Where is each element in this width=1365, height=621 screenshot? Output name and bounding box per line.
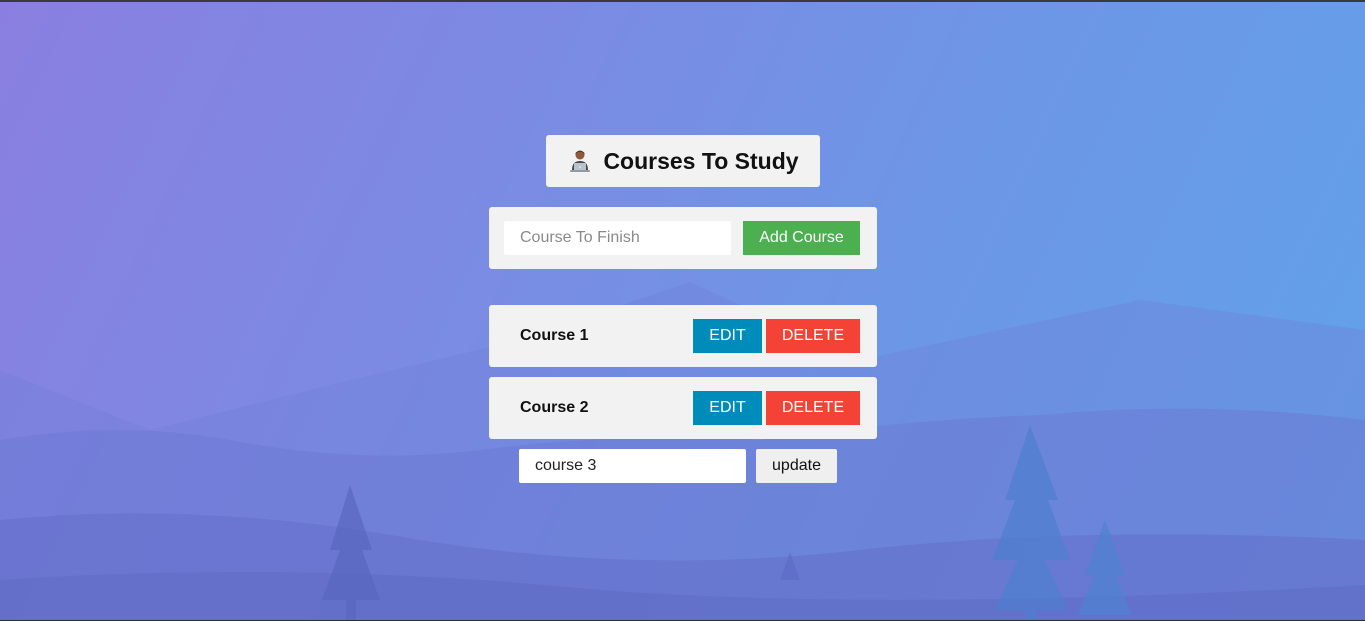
course-name: Course 1 bbox=[520, 327, 589, 344]
page-background: Courses To Study Add Course Course 1 EDI… bbox=[0, 0, 1365, 621]
add-course-button[interactable]: Add Course bbox=[743, 221, 860, 255]
edit-course-input[interactable] bbox=[519, 449, 746, 483]
delete-course-button[interactable]: DELETE bbox=[766, 319, 860, 353]
course-name: Course 2 bbox=[520, 399, 589, 416]
page-title: Courses To Study bbox=[603, 147, 799, 174]
edit-course-button[interactable]: EDIT bbox=[693, 319, 762, 353]
edit-course-button[interactable]: EDIT bbox=[693, 391, 762, 425]
update-button[interactable]: update bbox=[756, 449, 837, 483]
course-item: Course 2 EDIT DELETE bbox=[489, 377, 877, 439]
person-at-laptop-icon bbox=[567, 148, 593, 174]
add-course-form: Add Course bbox=[489, 207, 877, 269]
delete-course-button[interactable]: DELETE bbox=[766, 391, 860, 425]
course-item: Course 1 EDIT DELETE bbox=[489, 305, 877, 367]
title-card: Courses To Study bbox=[546, 135, 820, 187]
course-name-input[interactable] bbox=[504, 221, 731, 255]
